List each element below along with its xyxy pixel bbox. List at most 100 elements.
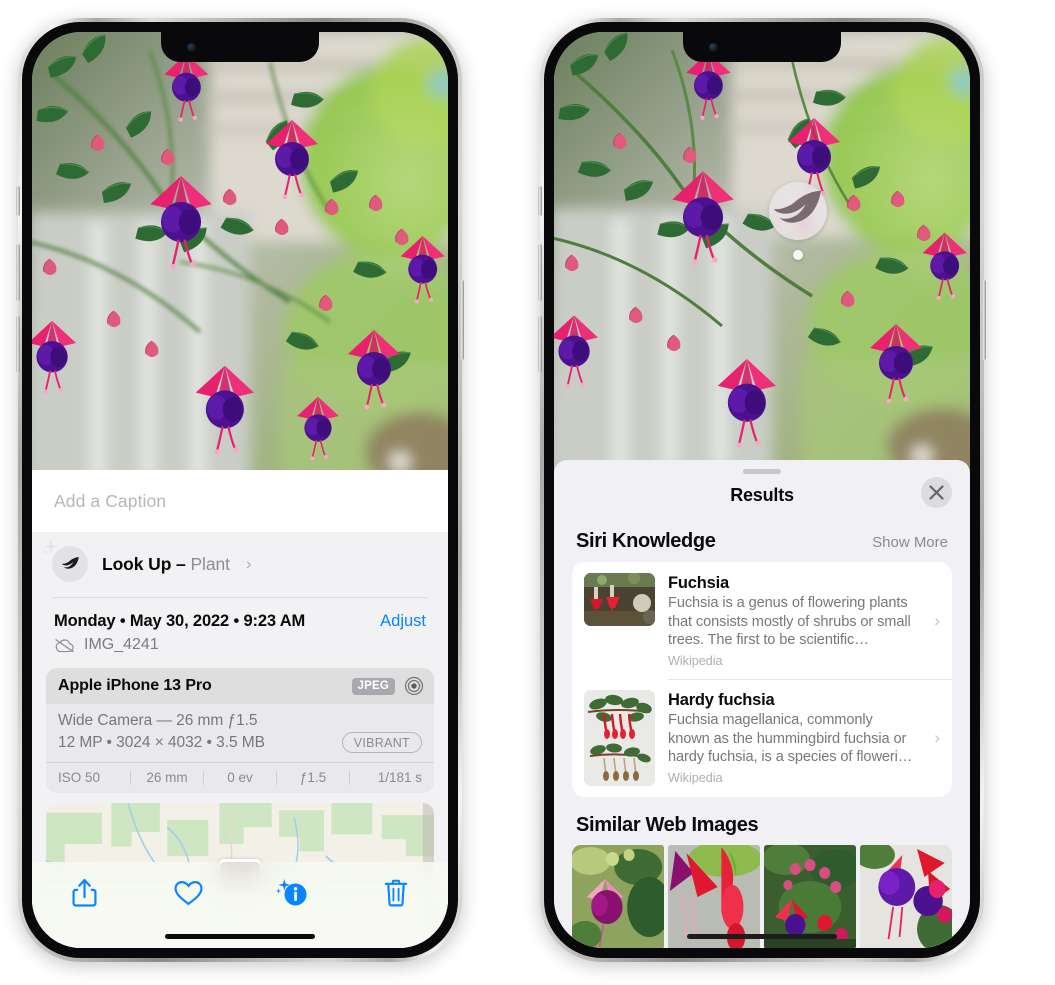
delete-button[interactable] (370, 875, 422, 911)
volume-down-button-right[interactable] (538, 316, 542, 373)
siri-knowledge-title: Siri Knowledge (576, 530, 716, 552)
info-button[interactable] (266, 875, 318, 911)
knowledge-result-row[interactable]: Fuchsia Fuchsia is a genus of flowering … (572, 562, 952, 679)
exif-exposure: 0 ev (227, 770, 253, 785)
screen-left: Add a Caption Look Up – Plant › Monday •… (32, 32, 448, 948)
visual-look-up-anchor-dot (793, 250, 803, 260)
result-source: Wikipedia (668, 654, 723, 669)
share-button[interactable] (58, 875, 110, 911)
share-icon (71, 878, 97, 907)
sparkle-icon (43, 539, 58, 555)
aperture-icon (404, 676, 424, 696)
caption-field-row[interactable]: Add a Caption (32, 470, 448, 532)
leaf-icon (43, 539, 88, 582)
similar-web-images-header: Similar Web Images (554, 797, 970, 845)
exif-focal: 26 mm (146, 770, 188, 785)
photo-date: Monday • May 30, 2022 • 9:23 AM (54, 612, 306, 630)
fuchsia-photo-right (554, 32, 970, 472)
results-title: Results (730, 484, 794, 505)
front-camera-icon (187, 43, 196, 52)
web-image-4-graphic (860, 845, 952, 948)
format-badge: JPEG (351, 677, 395, 695)
leaf-glyph (61, 556, 79, 569)
exif-card[interactable]: Apple iPhone 13 Pro JPEG Wide Camera — 2… (46, 668, 434, 793)
home-indicator[interactable] (687, 934, 837, 939)
web-image-3-graphic (764, 845, 856, 948)
screen-right: Results Siri Knowledge Show More Fuchsia… (554, 32, 970, 948)
favorite-button[interactable] (162, 875, 214, 911)
photo-info-sheet: Add a Caption Look Up – Plant › Monday •… (32, 470, 448, 948)
photo-viewer-right[interactable] (554, 32, 970, 472)
exif-shutter: 1/181 s (377, 770, 422, 785)
chevron-right-icon: › (245, 554, 252, 573)
chevron-right-icon: › (934, 728, 940, 748)
camera-device-name: Apple iPhone 13 Pro (58, 677, 212, 694)
fuchsia-photo-left (32, 32, 448, 482)
silent-switch-left[interactable] (16, 186, 20, 216)
exif-card-wrapper: Apple iPhone 13 Pro JPEG Wide Camera — 2… (32, 668, 448, 803)
web-image-1[interactable] (572, 845, 664, 948)
close-icon (929, 485, 944, 500)
screenshot-canvas: Add a Caption Look Up – Plant › Monday •… (0, 0, 1055, 985)
photo-viewer[interactable] (32, 32, 448, 482)
result-description: Fuchsia magellanica, commonly known as t… (668, 712, 913, 766)
show-more-button[interactable]: Show More (872, 534, 948, 551)
result-thumbnail (584, 690, 655, 787)
front-camera-icon (709, 43, 718, 52)
home-indicator[interactable] (165, 934, 315, 939)
result-description: Fuchsia is a genus of flowering plants t… (668, 595, 911, 649)
exif-settings-row: ISO 50 26 mm 0 ev ƒ1.5 1/181 s (46, 762, 434, 793)
siri-knowledge-card: Fuchsia Fuchsia is a genus of flowering … (572, 562, 952, 798)
exif-header-right: JPEG (351, 676, 424, 696)
iphone-device-right: Results Siri Knowledge Show More Fuchsia… (538, 18, 986, 962)
trash-icon (384, 879, 408, 907)
lens-info: Wide Camera — 26 mm ƒ1.5 (58, 712, 258, 729)
result-thumbnail (584, 573, 655, 626)
volume-down-button-left[interactable] (16, 316, 20, 373)
result-text: Fuchsia Fuchsia is a genus of flowering … (668, 573, 917, 668)
silent-switch-right[interactable] (538, 186, 542, 216)
device-notch-right (683, 32, 841, 62)
power-button-left[interactable] (460, 280, 464, 360)
heart-icon (173, 881, 203, 906)
volume-up-button-right[interactable] (538, 244, 542, 301)
adjust-button[interactable]: Adjust (380, 612, 426, 631)
web-image-1-graphic (572, 845, 664, 948)
web-image-4[interactable] (860, 845, 952, 948)
exif-aperture: ƒ1.5 (299, 770, 327, 785)
exif-iso: ISO 50 (58, 770, 101, 785)
look-up-row[interactable]: Look Up – Plant › (32, 532, 448, 597)
exif-spec-row: 12 MP • 3024 × 4032 • 3.5 MB VIBRANT (58, 732, 422, 753)
results-sheet: Results Siri Knowledge Show More Fuchsia… (554, 460, 970, 948)
device-bezel-left: Add a Caption Look Up – Plant › Monday •… (22, 22, 458, 958)
siri-knowledge-header: Siri Knowledge Show More (554, 516, 970, 562)
close-button[interactable] (921, 477, 952, 508)
similar-web-images-row (554, 845, 970, 948)
look-up-block: Look Up – Plant › (32, 532, 448, 598)
device-bezel-right: Results Siri Knowledge Show More Fuchsia… (544, 22, 980, 958)
caption-placeholder[interactable]: Add a Caption (54, 491, 166, 512)
result-text: Hardy fuchsia Fuchsia magellanica, commo… (668, 690, 917, 785)
photo-filename: IMG_4241 (84, 636, 159, 653)
chevron-right-icon: › (934, 610, 940, 630)
result-title: Fuchsia (668, 574, 729, 592)
results-header: Results (554, 474, 970, 516)
web-image-2[interactable] (668, 845, 760, 948)
look-up-label: Look Up – Plant (102, 553, 230, 574)
web-image-3[interactable] (764, 845, 856, 948)
similar-web-images-title: Similar Web Images (576, 814, 759, 837)
image-specs: 12 MP • 3024 × 4032 • 3.5 MB (58, 733, 265, 751)
device-notch-left (161, 32, 319, 62)
volume-up-button-left[interactable] (16, 244, 20, 301)
info-sparkle-icon (276, 879, 307, 906)
knowledge-result-row[interactable]: Hardy fuchsia Fuchsia magellanica, commo… (572, 679, 952, 797)
leaf-icon (773, 190, 821, 223)
exif-header: Apple iPhone 13 Pro JPEG (46, 668, 434, 704)
iphone-device-left: Add a Caption Look Up – Plant › Monday •… (16, 18, 464, 962)
exif-body: Wide Camera — 26 mm ƒ1.5 12 MP • 3024 × … (46, 704, 434, 762)
result-title: Hardy fuchsia (668, 691, 775, 710)
look-up-subject: Plant (190, 553, 230, 574)
power-button-right[interactable] (982, 280, 986, 360)
visual-look-up-badge[interactable] (769, 182, 827, 240)
cloud-slash-icon (55, 638, 74, 652)
